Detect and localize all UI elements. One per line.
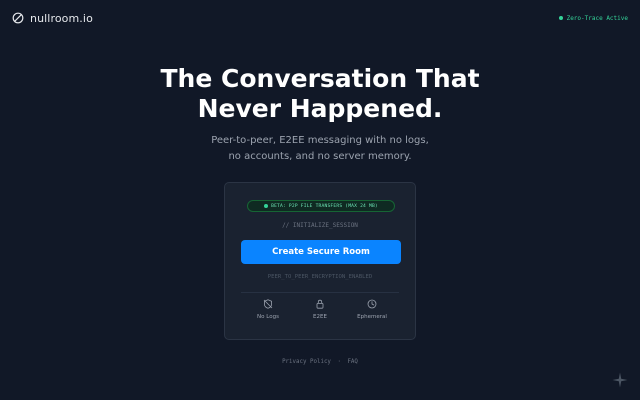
faq-link[interactable]: FAQ — [347, 359, 357, 365]
zero-trace-status: Zero-Trace Active — [558, 14, 628, 22]
site-header: nullroom.io Zero-Trace Active — [0, 0, 640, 36]
feature-ephemeral: Ephemeral — [349, 299, 395, 329]
feature-no-logs: No Logs — [245, 299, 291, 329]
lock-icon — [316, 299, 324, 309]
feature-label: Ephemeral — [357, 314, 387, 320]
create-secure-room-button[interactable]: Create Secure Room — [241, 240, 401, 264]
site-footer: Privacy Policy · FAQ — [0, 359, 640, 365]
brand-logo-link[interactable]: nullroom.io — [12, 12, 93, 25]
null-circle-icon — [12, 12, 24, 24]
clock-icon — [367, 299, 377, 309]
brand-name: nullroom.io — [30, 11, 93, 25]
beta-badge: BETA: P2P FILE TRANSFERS (MAX 24 MB) — [247, 200, 395, 212]
init-session-label: // INITIALIZE_SESSION — [282, 222, 358, 229]
hero-title: The Conversation That Never Happened. — [160, 64, 480, 123]
feature-label: No Logs — [257, 314, 279, 320]
footer-separator: · — [337, 359, 341, 365]
beta-dot-icon — [264, 204, 269, 208]
hero-subtitle: Peer-to-peer, E2EE messaging with no log… — [211, 135, 429, 162]
encryption-status-label: PEER_TO_PEER_ENCRYPTION_ENABLED — [267, 274, 373, 280]
card-divider — [241, 292, 399, 293]
create-room-card: BETA: P2P FILE TRANSFERS (MAX 24 MB) // … — [224, 182, 416, 340]
shield-off-icon — [263, 299, 273, 309]
feature-list: No Logs E2EE Ephemeral — [241, 299, 399, 329]
status-dot-icon — [558, 16, 563, 20]
privacy-policy-link[interactable]: Privacy Policy — [282, 359, 331, 365]
feature-e2ee: E2EE — [297, 299, 343, 329]
status-text: Zero-Trace Active — [566, 14, 628, 22]
sparkle-icon — [612, 372, 628, 388]
beta-badge-text: BETA: P2P FILE TRANSFERS (MAX 24 MB) — [271, 203, 378, 209]
feature-label: E2EE — [313, 314, 327, 320]
